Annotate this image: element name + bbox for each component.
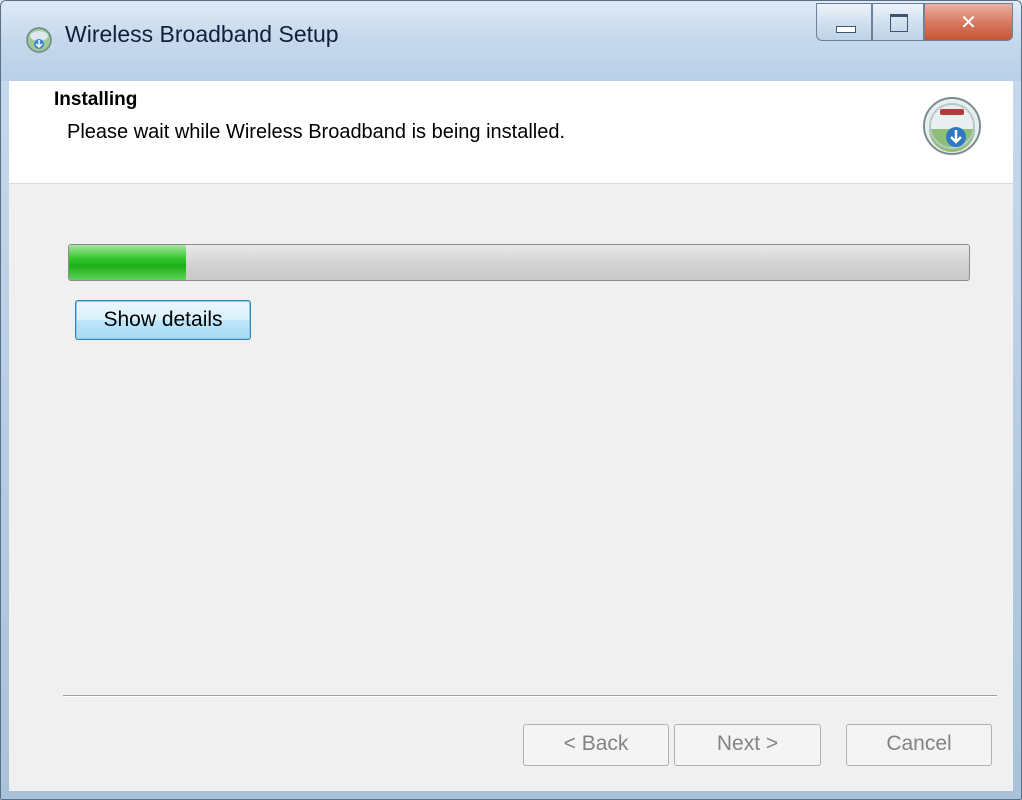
minimize-button[interactable]	[816, 3, 872, 41]
close-button[interactable]: ✕	[924, 3, 1013, 41]
close-icon: ✕	[960, 10, 977, 34]
window-title: Wireless Broadband Setup	[65, 21, 339, 47]
title-bar[interactable]: Wireless Broadband Setup ✕	[1, 1, 1021, 81]
minimize-icon	[836, 26, 856, 33]
show-details-label: Show details	[103, 308, 223, 331]
maximize-icon	[890, 14, 908, 32]
header-panel: Installing Please wait while Wireless Br…	[9, 81, 1013, 184]
globe-download-icon	[26, 27, 52, 53]
page-subtitle: Please wait while Wireless Broadband is …	[67, 121, 566, 143]
dialog-body: Installing Please wait while Wireless Br…	[9, 81, 1013, 791]
maximize-button[interactable]	[872, 3, 924, 41]
cancel-button[interactable]: Cancel	[846, 724, 992, 766]
next-button[interactable]: Next >	[674, 724, 821, 766]
back-button[interactable]: < Back	[523, 724, 669, 766]
back-label: < Back	[563, 732, 629, 755]
page-title: Installing	[54, 89, 138, 110]
footer-divider	[63, 695, 997, 697]
cancel-label: Cancel	[886, 732, 952, 755]
next-label: Next >	[716, 732, 779, 755]
setup-window: Wireless Broadband Setup ✕ Installing Pl…	[0, 0, 1022, 800]
show-details-button[interactable]: Show details	[75, 300, 251, 340]
installer-badge-icon	[923, 97, 981, 155]
install-progress-bar	[68, 244, 970, 281]
progress-fill	[69, 245, 186, 280]
